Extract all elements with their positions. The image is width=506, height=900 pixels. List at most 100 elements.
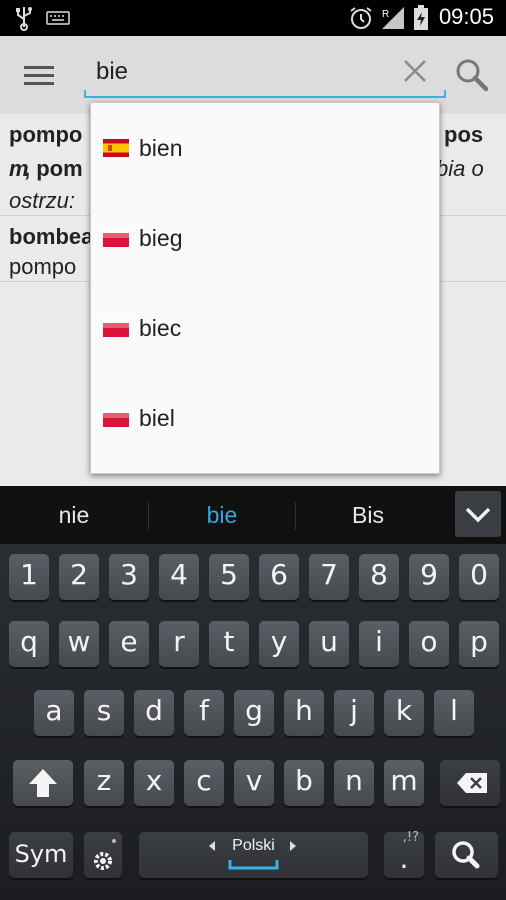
letter-key-f[interactable]: f [184,690,224,736]
number-key-2[interactable]: 2 [59,554,99,600]
suggestion-word: bieg [139,225,183,251]
chevron-down-icon [465,507,491,523]
symbols-key[interactable]: Sym [9,832,73,878]
poland-flag-icon [103,409,129,427]
key-label: v [245,764,263,797]
close-icon[interactable] [402,58,428,84]
letter-key-y[interactable]: y [259,621,299,667]
space-key[interactable]: Polski [139,832,368,878]
key-label: x [145,764,163,797]
suggestion-item[interactable]: bien [91,103,441,193]
variant: , pom [24,156,83,181]
letter-key-z[interactable]: z [84,760,124,806]
battery-charging-icon [414,5,428,30]
number-key-7[interactable]: 7 [309,554,349,600]
key-label: c [196,764,212,797]
key-label: 4 [170,558,188,591]
number-key-0[interactable]: 0 [459,554,499,600]
symbols-key-label: Sym [14,840,68,868]
letter-key-w[interactable]: w [59,621,99,667]
soft-keyboard: nie bie Bis Sym Polski ,!? . 1 2 3 4 5 6… [0,486,506,900]
letter-key-s[interactable]: s [84,690,124,736]
poland-flag-icon [103,319,129,337]
search-input-value[interactable]: bie [96,58,128,86]
letter-key-c[interactable]: c [184,760,224,806]
candidate-word-active[interactable]: bie [162,502,282,529]
key-label: e [120,625,138,658]
letter-key-v[interactable]: v [234,760,274,806]
letter-key-p[interactable]: p [459,621,499,667]
number-key-5[interactable]: 5 [209,554,249,600]
key-label: z [96,764,112,797]
search-input[interactable]: bie [84,50,446,98]
letter-key-k[interactable]: k [384,690,424,736]
letter-key-i[interactable]: i [359,621,399,667]
number-key-8[interactable]: 8 [359,554,399,600]
letter-key-a[interactable]: a [34,690,74,736]
letter-key-o[interactable]: o [409,621,449,667]
letter-key-r[interactable]: r [159,621,199,667]
candidate-word[interactable]: nie [14,502,134,529]
backspace-icon [457,773,487,793]
gear-icon [94,839,116,870]
key-label: g [245,694,263,727]
shift-key[interactable] [13,760,73,806]
letter-key-q[interactable]: q [9,621,49,667]
settings-key[interactable] [84,832,122,878]
headword: bombea [9,224,94,249]
number-key-9[interactable]: 9 [409,554,449,600]
suggestion-item[interactable]: biel [91,373,441,463]
number-key-4[interactable]: 4 [159,554,199,600]
candidate-word[interactable]: Bis [308,502,428,529]
divider [295,502,296,530]
search-icon[interactable] [455,58,489,92]
key-label: j [350,694,358,727]
key-label: 8 [370,558,388,591]
letter-key-h[interactable]: h [284,690,324,736]
key-label: n [345,764,363,797]
suggestions-dropdown: bien bieg biec biel [90,102,440,474]
headword-tail: pos [444,122,484,147]
key-label: 7 [320,558,338,591]
letter-key-u[interactable]: u [309,621,349,667]
letter-key-e[interactable]: e [109,621,149,667]
letter-key-j[interactable]: j [334,690,374,736]
key-label: 2 [70,558,88,591]
letter-key-t[interactable]: t [209,621,249,667]
letter-key-l[interactable]: l [434,690,474,736]
keyboard-icon [46,11,70,25]
key-label: t [223,625,235,658]
key-label: y [270,625,288,658]
definition: pompo [9,254,77,279]
letter-key-n[interactable]: n [334,760,374,806]
definition: ostrzu: [9,188,76,213]
key-label: h [295,694,313,727]
letter-key-g[interactable]: g [234,690,274,736]
number-key-1[interactable]: 1 [9,554,49,600]
letter-key-x[interactable]: x [134,760,174,806]
key-label: i [375,625,383,658]
candidate-bar: nie bie Bis [0,486,506,544]
letter-key-b[interactable]: b [284,760,324,806]
clock: 09:05 [438,4,494,29]
suggestion-item[interactable]: biec [91,283,441,373]
hamburger-icon[interactable] [24,66,54,86]
suggestion-word: bien [139,135,183,161]
period-key[interactable]: ,!? . [384,830,424,878]
definition-tail: bia o [436,156,484,181]
period-label: . [399,842,409,875]
search-key[interactable] [435,832,498,878]
key-label: s [96,694,112,727]
backspace-key[interactable] [440,760,500,806]
poland-flag-icon [103,229,129,247]
number-key-3[interactable]: 3 [109,554,149,600]
collapse-candidates-button[interactable] [455,491,501,537]
letter-key-d[interactable]: d [134,690,174,736]
letter-key-m[interactable]: m [384,760,424,806]
key-label: f [199,694,209,727]
key-label: a [45,694,63,727]
number-key-6[interactable]: 6 [259,554,299,600]
keyboard-keys: Sym Polski ,!? . 1234567890 qwe r t y u i… [0,544,506,900]
suggestion-item[interactable]: bieg [91,193,441,283]
key-label: 3 [120,558,138,591]
